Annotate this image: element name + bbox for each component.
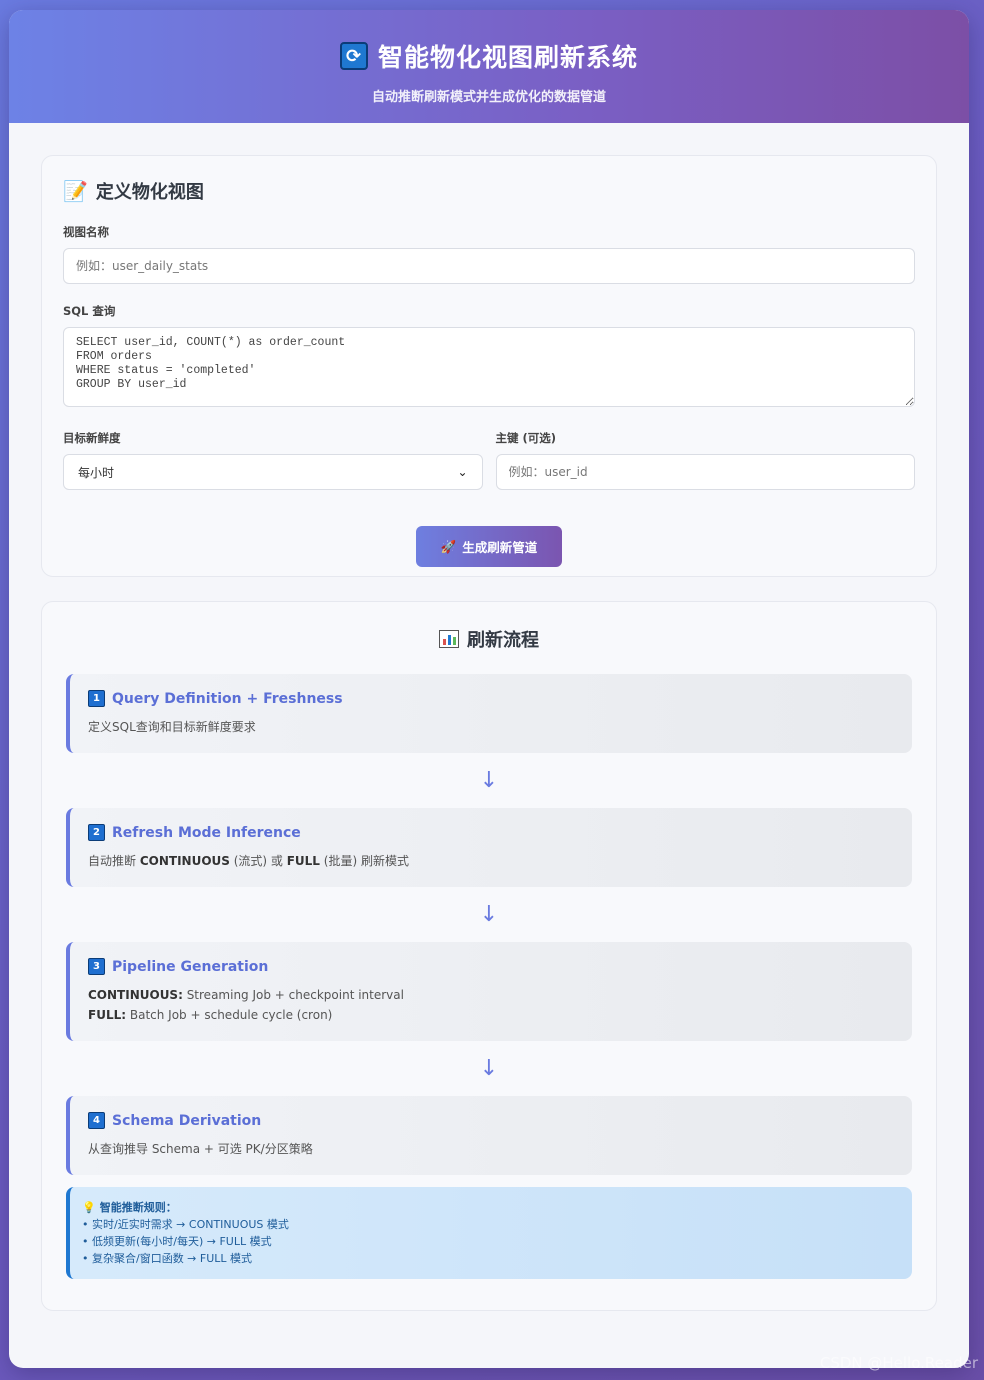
step-description: 从查询推导 Schema + 可选 PK/分区策略 bbox=[88, 1142, 313, 1156]
step-title: Schema Derivation bbox=[112, 1112, 262, 1129]
rule-item: • 实时/近实时需求 → CONTINUOUS 模式 bbox=[82, 1218, 289, 1231]
memo-icon: 📝 bbox=[63, 179, 88, 203]
freshness-select[interactable]: 每小时 ⌄ bbox=[63, 454, 483, 490]
refresh-flow-title: 刷新流程 bbox=[467, 630, 539, 651]
bar-chart-icon bbox=[439, 630, 459, 648]
page-title: 智能物化视图刷新系统 bbox=[377, 43, 638, 72]
watermark: CSDN @Hello.Reader bbox=[819, 1354, 978, 1372]
arrow-down-icon: ↓ bbox=[479, 768, 499, 793]
page-header: ⟳ 智能物化视图刷新系统 自动推断刷新模式并生成优化的数据管道 bbox=[9, 10, 969, 123]
generate-pipeline-label: 生成刷新管道 bbox=[462, 540, 538, 555]
step-description: 自动推断 CONTINUOUS (流式) 或 FULL (批量) 刷新模式 bbox=[88, 854, 409, 868]
rule-item: • 复杂聚合/窗口函数 → FULL 模式 bbox=[82, 1252, 253, 1265]
view-name-input[interactable] bbox=[63, 248, 915, 284]
arrow-down-icon: ↓ bbox=[479, 1056, 499, 1081]
page-subtitle: 自动推断刷新模式并生成优化的数据管道 bbox=[371, 90, 606, 105]
view-name-label: 视图名称 bbox=[63, 225, 109, 239]
step-title: Refresh Mode Inference bbox=[112, 824, 301, 841]
lightbulb-icon: 💡 bbox=[82, 1201, 96, 1214]
define-view-title: 定义物化视图 bbox=[95, 182, 204, 203]
generate-pipeline-button[interactable]: 🚀 生成刷新管道 bbox=[416, 526, 562, 567]
flow-step-2: 2 Refresh Mode Inference 自动推断 CONTINUOUS… bbox=[66, 808, 912, 887]
step-description: 定义SQL查询和目标新鲜度要求 bbox=[88, 720, 256, 734]
chevron-down-icon: ⌄ bbox=[457, 465, 468, 479]
refresh-icon: ⟳ bbox=[339, 42, 368, 70]
freshness-selected-value: 每小时 bbox=[78, 465, 115, 480]
arrow-down-icon: ↓ bbox=[479, 902, 499, 927]
sql-query-label: SQL 查询 bbox=[63, 304, 116, 318]
app-window: ⟳ 智能物化视图刷新系统 自动推断刷新模式并生成优化的数据管道 📝 定义物化视图… bbox=[9, 10, 969, 1368]
step-title: Query Definition + Freshness bbox=[112, 690, 343, 707]
step-number-badge: 3 bbox=[88, 958, 105, 975]
sql-query-textarea[interactable]: SELECT user_id, COUNT(*) as order_count … bbox=[63, 327, 915, 407]
rules-title: 智能推断规则： bbox=[99, 1201, 177, 1214]
flow-step-4: 4 Schema Derivation 从查询推导 Schema + 可选 PK… bbox=[66, 1096, 912, 1175]
step-number-badge: 1 bbox=[88, 690, 105, 707]
refresh-flow-card: 刷新流程 1 Query Definition + Freshness 定义SQ… bbox=[41, 601, 937, 1311]
step-number-badge: 4 bbox=[88, 1112, 105, 1129]
rule-item: • 低频更新(每小时/每天) → FULL 模式 bbox=[82, 1235, 272, 1248]
flow-step-1: 1 Query Definition + Freshness 定义SQL查询和目… bbox=[66, 674, 912, 753]
primary-key-input[interactable] bbox=[495, 454, 915, 490]
freshness-label: 目标新鲜度 bbox=[63, 431, 121, 445]
step-description: CONTINUOUS: Streaming Job + checkpoint i… bbox=[88, 988, 404, 1022]
flow-step-3: 3 Pipeline Generation CONTINUOUS: Stream… bbox=[66, 942, 912, 1041]
inference-rules-box: 💡 智能推断规则： • 实时/近实时需求 → CONTINUOUS 模式 • 低… bbox=[66, 1187, 912, 1279]
step-title: Pipeline Generation bbox=[112, 958, 269, 975]
primary-key-label: 主键 (可选) bbox=[495, 431, 557, 445]
rocket-icon: 🚀 bbox=[440, 538, 457, 554]
step-number-badge: 2 bbox=[88, 824, 105, 841]
define-view-card: 📝 定义物化视图 视图名称 SQL 查询 SELECT user_id, COU… bbox=[41, 155, 937, 577]
